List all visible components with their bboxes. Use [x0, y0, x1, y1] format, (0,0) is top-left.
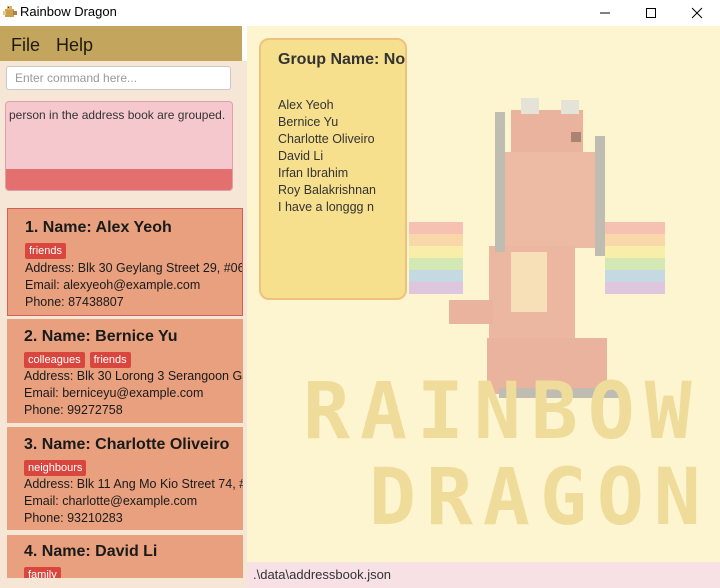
menu-file[interactable]: File: [11, 35, 40, 56]
person-phone: Phone: 93210283: [24, 511, 123, 525]
person-list[interactable]: 1. Name: Alex Yeoh friends Address: Blk …: [5, 200, 243, 578]
person-card[interactable]: 1. Name: Alex Yeoh friends Address: Blk …: [7, 208, 243, 316]
person-card[interactable]: 3. Name: Charlotte Oliveiro neighbours A…: [7, 427, 243, 530]
person-card[interactable]: 4. Name: David Li family: [7, 535, 243, 578]
tag: friends: [25, 243, 67, 259]
title-bar: Rainbow Dragon: [0, 0, 720, 26]
tag-list: family: [24, 565, 66, 578]
status-bar: .\data\addressbook.json: [247, 562, 720, 588]
group-name: Group Name: No: [278, 51, 406, 68]
close-icon: [691, 7, 703, 19]
group-member: Irfan Ibrahim: [278, 166, 349, 180]
maximize-icon: [646, 8, 656, 18]
tag: colleagues: [24, 352, 85, 368]
person-address: Address: Blk 30 Geylang Street 29, #06-4…: [25, 261, 243, 275]
minimize-button[interactable]: [582, 0, 628, 26]
group-member: Alex Yeoh: [278, 98, 334, 112]
close-button[interactable]: [674, 0, 720, 26]
window-title: Rainbow Dragon: [20, 4, 117, 19]
tag: family: [24, 567, 61, 578]
group-panel: RAINBOW DRAGON Group Name: No Alex Yeoh …: [247, 26, 720, 562]
save-location-path: .\data\addressbook.json: [253, 567, 392, 582]
tag-list: friends: [25, 241, 71, 259]
group-member: I have a longgg n: [278, 200, 374, 214]
person-name: 1. Name: Alex Yeoh: [25, 219, 172, 236]
result-footer-bar: [6, 169, 232, 190]
menu-bar: File Help: [0, 26, 242, 61]
person-card[interactable]: 2. Name: Bernice Yu colleagues friends Ad…: [7, 319, 243, 423]
person-address: Address: Blk 11 Ang Mo Kio Street 74, #1…: [24, 477, 243, 491]
tag: neighbours: [24, 460, 87, 476]
person-email: Email: berniceyu@example.com: [24, 386, 204, 400]
group-card[interactable]: Group Name: No Alex Yeoh Bernice Yu Char…: [259, 38, 407, 300]
logo-line-2: DRAGON: [369, 453, 711, 543]
person-email: Email: alexyeoh@example.com: [25, 278, 201, 292]
menu-help[interactable]: Help: [56, 35, 93, 56]
tag-list: neighbours: [24, 458, 91, 476]
tag-list: colleagues friends: [24, 350, 136, 368]
person-name: 3. Name: Charlotte Oliveiro: [24, 436, 230, 453]
logo-line-1: RAINBOW: [303, 367, 702, 457]
result-display: person in the address book are grouped.: [5, 101, 233, 191]
minimize-icon: [600, 12, 610, 14]
group-member: David Li: [278, 149, 324, 163]
person-email: Email: charlotte@example.com: [24, 494, 198, 508]
person-name: 2. Name: Bernice Yu: [24, 328, 178, 345]
person-phone: Phone: 99272758: [24, 403, 123, 417]
group-member: Bernice Yu: [278, 115, 339, 129]
person-phone: Phone: 87438807: [25, 295, 124, 309]
result-text: person in the address book are grouped.: [9, 108, 226, 122]
command-input[interactable]: [6, 66, 231, 90]
dragon-app-icon: [3, 6, 17, 17]
maximize-button[interactable]: [628, 0, 674, 26]
group-member: Roy Balakrishnan: [278, 183, 376, 197]
person-name: 4. Name: David Li: [24, 543, 158, 560]
person-address: Address: Blk 30 Lorong 3 Serangoon Garde…: [24, 369, 243, 383]
tag: friends: [89, 352, 131, 368]
group-member: Charlotte Oliveiro: [278, 132, 375, 146]
